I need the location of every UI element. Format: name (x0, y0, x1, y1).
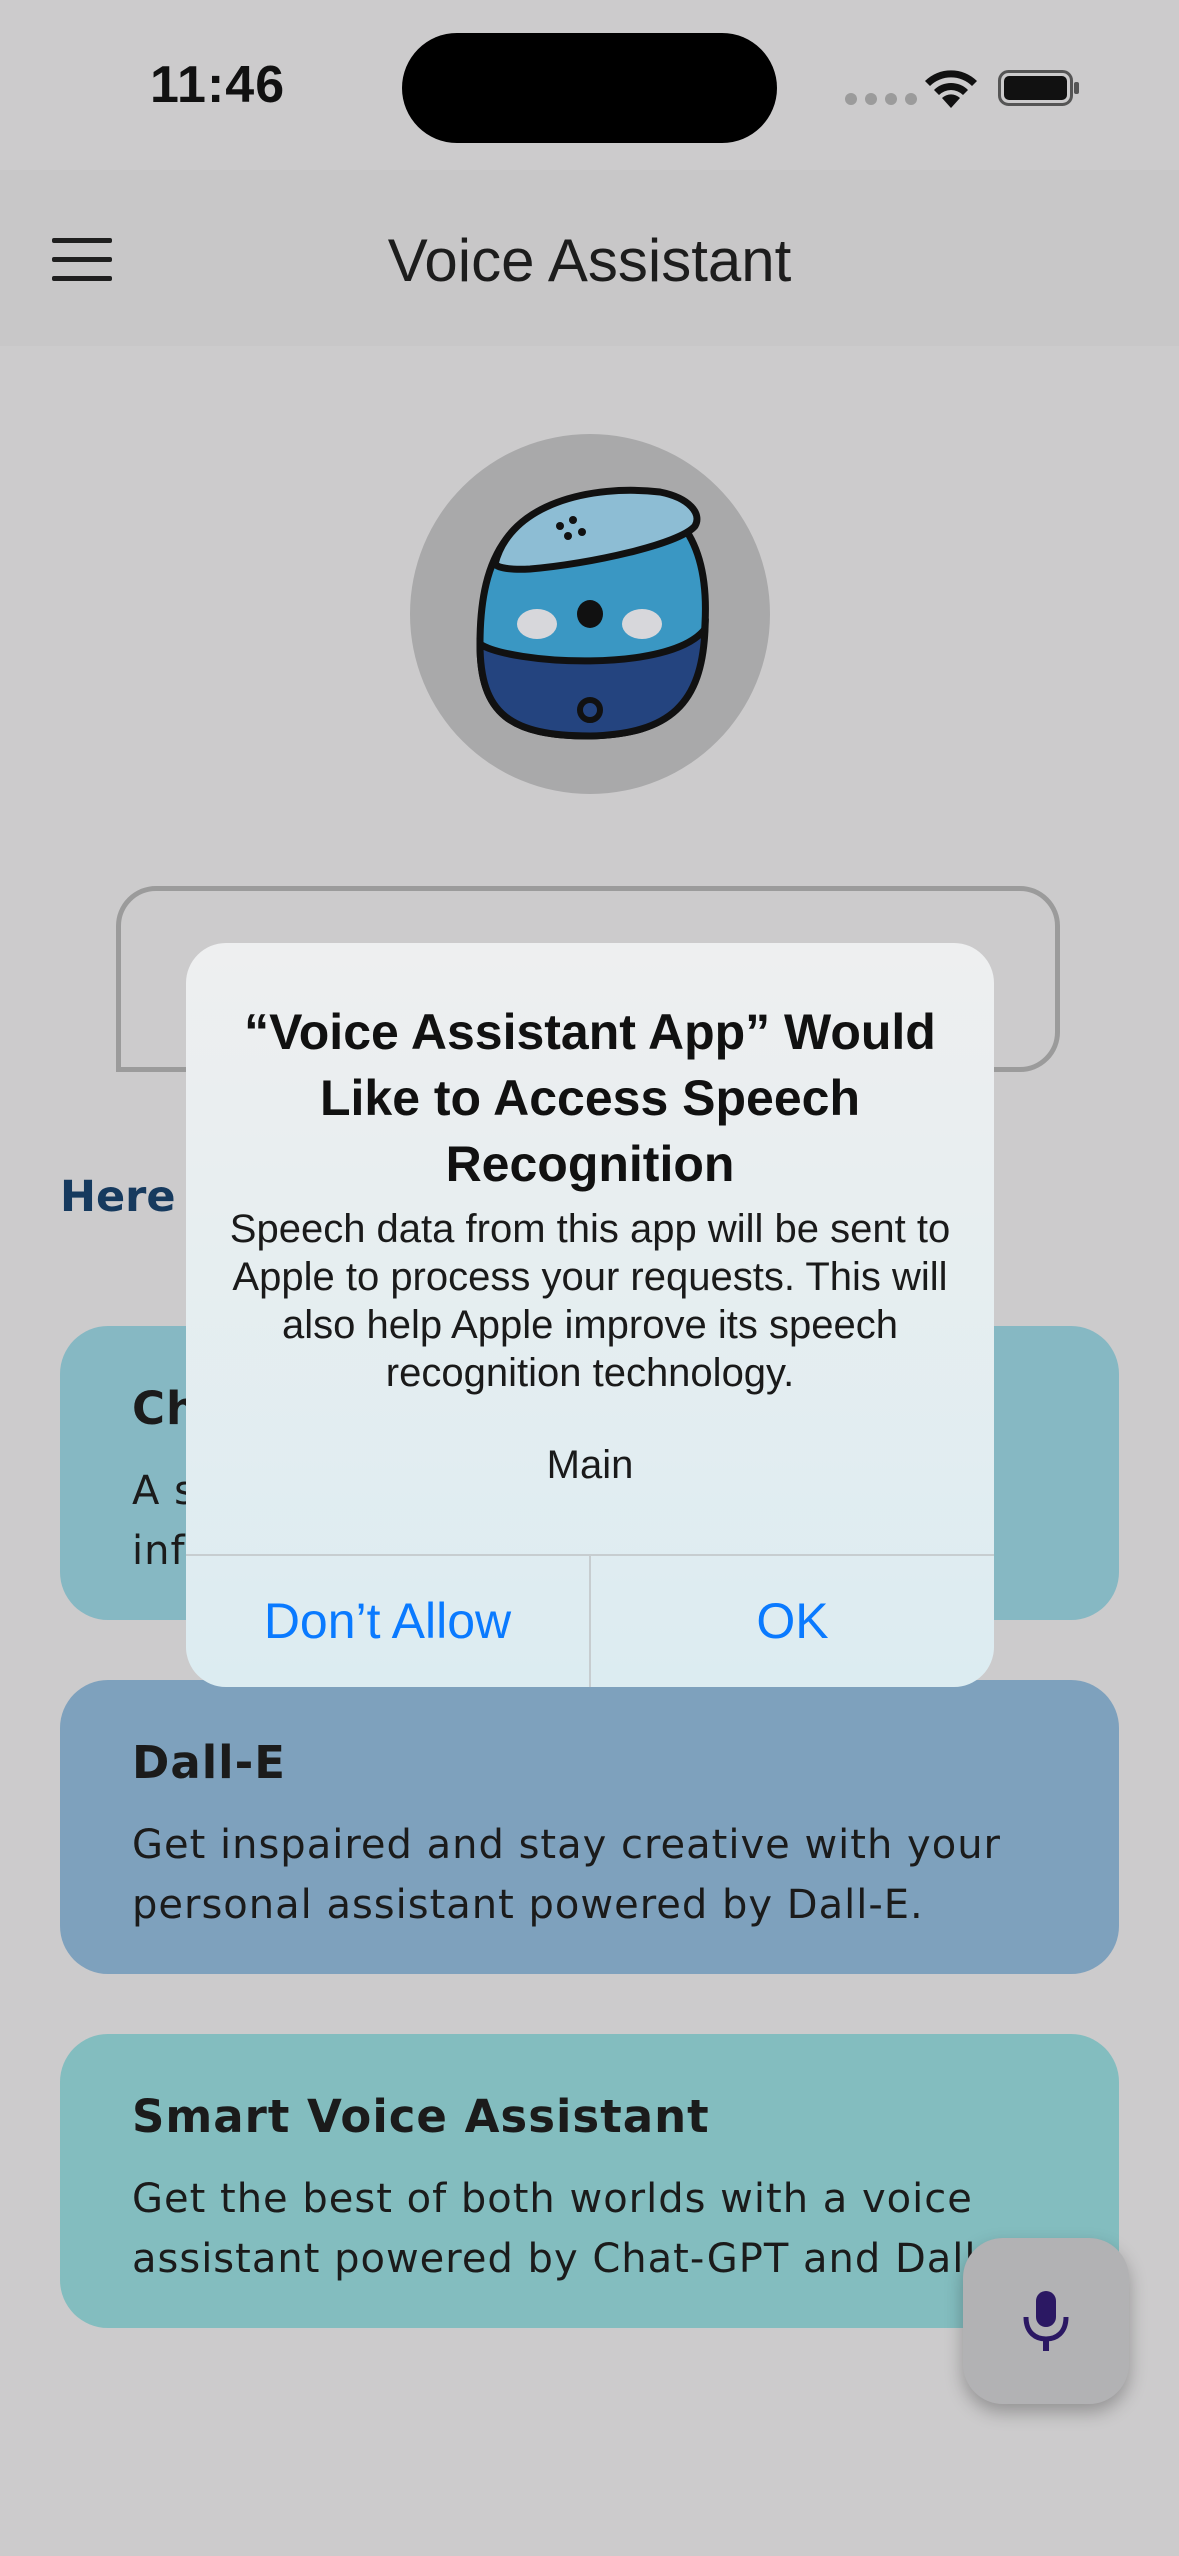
feature-card-smart-voice-assistant[interactable]: Smart Voice Assistant Get the best of bo… (60, 2034, 1119, 2328)
status-time: 11:46 (150, 56, 286, 114)
speech-permission-alert: “Voice Assistant App” Would Like to Acce… (186, 943, 994, 1687)
microphone-icon (1023, 2291, 1069, 2351)
cellular-signal-icon (845, 93, 917, 105)
app-title: Voice Assistant (387, 227, 792, 294)
microphone-button[interactable] (963, 2238, 1129, 2404)
battery-icon (998, 70, 1079, 106)
card-title: Dall-E (132, 1736, 286, 1789)
dont-allow-button[interactable]: Don’t Allow (186, 1555, 589, 1687)
card-title: Smart Voice Assistant (132, 2090, 710, 2143)
ok-button[interactable]: OK (591, 1555, 994, 1687)
card-description: Get the best of both worlds with a voice… (132, 2176, 1019, 2282)
features-heading: Here (60, 1172, 176, 1222)
card-description: Get inspaired and stay creative with you… (132, 1822, 1001, 1928)
robot-avatar-icon (476, 486, 709, 740)
alert-subtext: Main (546, 1443, 634, 1487)
alert-title: “Voice Assistant App” Would Like to Acce… (244, 1004, 936, 1192)
feature-card-dalle[interactable]: Dall-E Get inspaired and stay creative w… (60, 1680, 1119, 1974)
dynamic-island (402, 33, 777, 143)
alert-message: Speech data from this app will be sent t… (229, 1207, 951, 1395)
wifi-icon (925, 70, 977, 108)
